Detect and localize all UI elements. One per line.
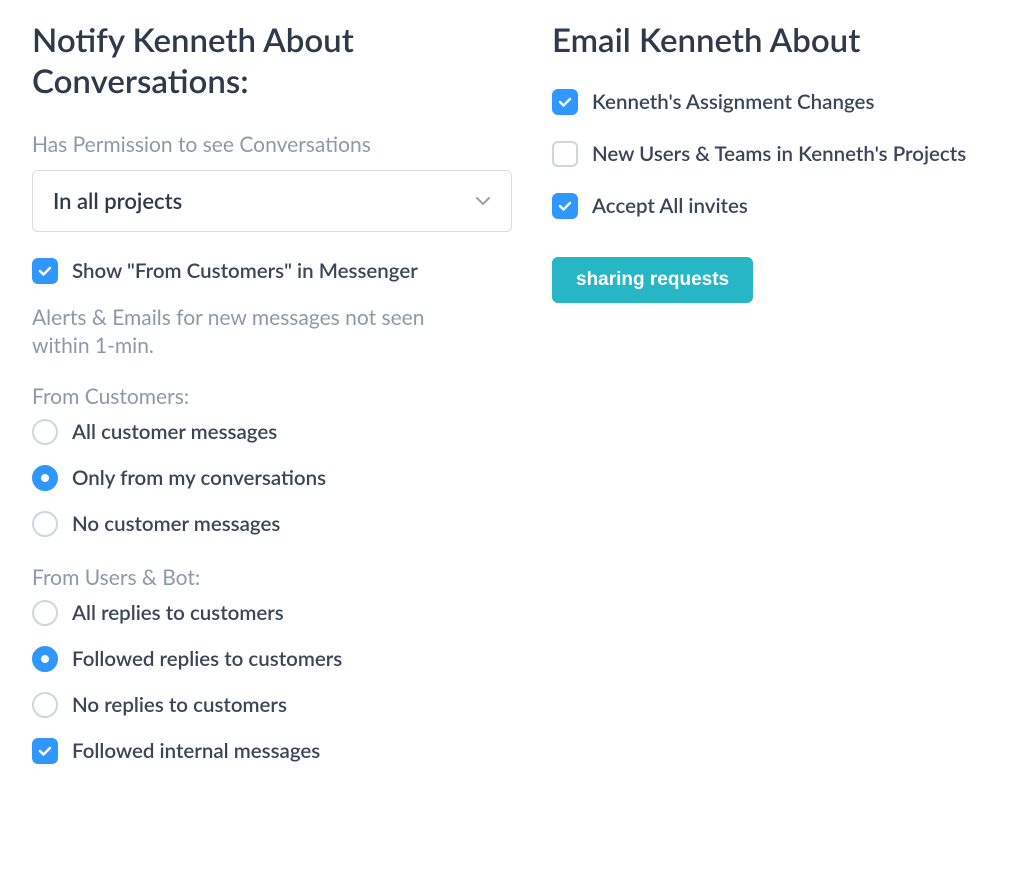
radio-label: No replies to customers <box>72 693 287 717</box>
notify-conversations-panel: Notify Kenneth About Conversations: Has … <box>32 20 512 784</box>
permission-select-value: In all projects <box>53 187 182 214</box>
radio-label: Only from my conversations <box>72 466 326 490</box>
email-title: Email Kenneth About <box>552 20 992 61</box>
radio-all-replies[interactable] <box>32 600 58 626</box>
radio-label: No customer messages <box>72 512 280 536</box>
from-users-bot-group-label: From Users & Bot: <box>32 565 512 590</box>
from-customers-group-label: From Customers: <box>32 384 512 409</box>
notify-title: Notify Kenneth About Conversations: <box>32 20 512 103</box>
checkbox-label: Accept All invites <box>592 194 748 218</box>
permission-select[interactable]: In all projects <box>32 170 512 232</box>
radio-only-my-conversations[interactable] <box>32 465 58 491</box>
followed-internal-label: Followed internal messages <box>72 739 320 763</box>
alerts-heading: Alerts & Emails for new messages not see… <box>32 304 472 361</box>
radio-no-customer-messages[interactable] <box>32 511 58 537</box>
checkbox-assignment-changes[interactable] <box>552 89 578 115</box>
show-from-customers-label: Show "From Customers" in Messenger <box>72 259 418 283</box>
sharing-requests-button[interactable]: sharing requests <box>552 257 753 303</box>
radio-all-customer-messages[interactable] <box>32 419 58 445</box>
show-from-customers-checkbox[interactable] <box>32 258 58 284</box>
radio-no-replies[interactable] <box>32 692 58 718</box>
email-about-panel: Email Kenneth About Kenneth's Assignment… <box>552 20 992 784</box>
checkbox-label: Kenneth's Assignment Changes <box>592 90 874 114</box>
checkbox-label: New Users & Teams in Kenneth's Projects <box>592 142 966 166</box>
radio-label: All customer messages <box>72 420 277 444</box>
radio-label: All replies to customers <box>72 601 284 625</box>
chevron-down-icon <box>473 191 493 211</box>
radio-followed-replies[interactable] <box>32 646 58 672</box>
permission-label: Has Permission to see Conversations <box>32 131 512 158</box>
checkbox-new-users-teams[interactable] <box>552 141 578 167</box>
followed-internal-checkbox[interactable] <box>32 738 58 764</box>
checkbox-accept-invites[interactable] <box>552 193 578 219</box>
radio-label: Followed replies to customers <box>72 647 342 671</box>
